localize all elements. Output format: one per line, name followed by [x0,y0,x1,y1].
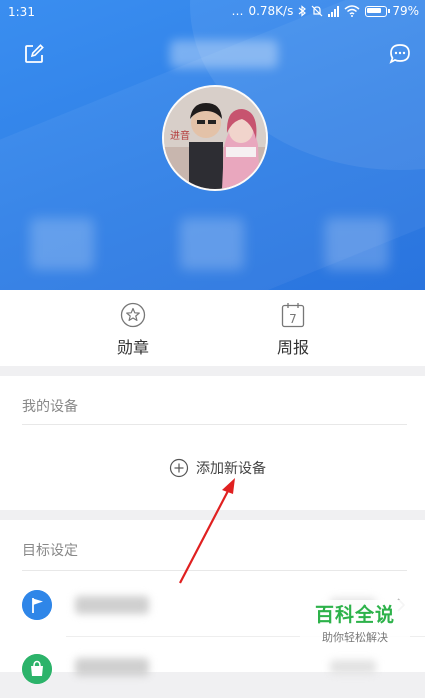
wifi-icon [344,5,360,17]
add-device-button[interactable]: 添加新设备 [169,458,266,478]
plus-circle-icon [169,458,189,478]
weekly-report-label: 周报 [276,338,309,357]
stat-blurred [180,218,244,270]
add-device-label: 添加新设备 [196,461,266,477]
mute-icon [311,5,323,17]
status-icons: … 0.78K/s 79% [231,4,419,18]
calendar-day-text: 7 [289,312,297,326]
profile-header: 1:31 … 0.78K/s 79% 进音 [0,0,425,290]
avatar-image: 进音 [164,87,266,189]
status-bar: 1:31 … 0.78K/s 79% [0,0,425,26]
stat-blurred [30,218,94,270]
watermark-title: 百科全说 [314,604,395,626]
divider [22,570,407,571]
medal-button[interactable]: 勋章 [93,302,173,358]
battery-percent: 79% [392,4,419,18]
star-medal-icon [120,302,146,328]
calendar-icon: 7 [281,303,305,328]
weekly-report-button[interactable]: 7 周报 [253,302,333,358]
goal-name-blurred [75,658,149,676]
goal-settings-card: 目标设定 [0,520,425,684]
divider [22,424,407,425]
signal-icon [328,5,340,17]
bag-icon [22,654,52,684]
stat-blurred [325,218,389,270]
goal-name-blurred [75,596,149,614]
edit-icon[interactable] [22,42,46,66]
goal-settings-title: 目标设定 [22,543,78,559]
goal-row[interactable] [0,638,425,698]
status-dots: … [231,4,244,18]
status-time: 1:31 [8,5,35,19]
avatar[interactable]: 进音 [162,85,268,191]
battery-icon [365,5,391,17]
watermark-subtitle: 助你轻松解决 [322,631,388,644]
bluetooth-icon [298,5,307,17]
network-speed: 0.78K/s [248,4,294,18]
svg-text:进音: 进音 [170,129,190,142]
flag-icon [22,590,52,620]
watermark: 百科全说 助你轻松解决 [300,600,410,645]
my-devices-card: 我的设备 添加新设备 [0,376,425,510]
quick-actions: 勋章 7 周报 [0,290,425,366]
medal-label: 勋章 [116,338,149,357]
my-devices-title: 我的设备 [22,399,78,415]
message-icon[interactable] [388,42,412,66]
username-blurred [170,40,278,68]
